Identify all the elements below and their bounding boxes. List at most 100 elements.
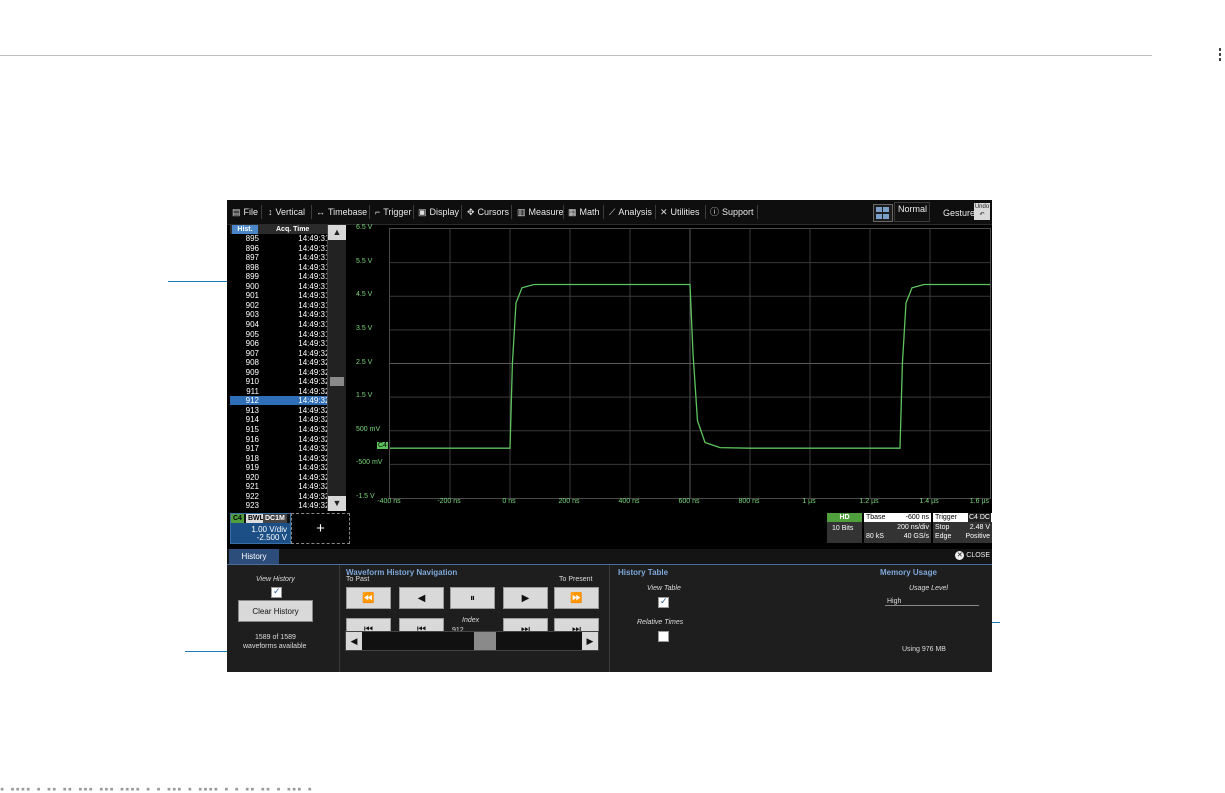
x-tick-label: 600 ns bbox=[678, 498, 700, 505]
timebase-descriptor[interactable]: Tbase -600 ns 200 ns/div 80 kS 40 GS/s bbox=[864, 513, 931, 543]
display-icon: ▣ bbox=[418, 207, 427, 217]
history-row-index: 900 bbox=[245, 281, 259, 291]
x-tick-label: 1.2 µs bbox=[859, 498, 879, 505]
history-scrollbar[interactable]: ▲ ▼ bbox=[327, 225, 346, 511]
menu-math[interactable]: ▦ Math bbox=[563, 200, 605, 224]
history-row-index: 910 bbox=[245, 377, 259, 387]
fast-rewind-button[interactable]: ⏪ bbox=[346, 587, 391, 609]
menu-trigger[interactable]: ⌐ Trigger bbox=[370, 200, 416, 224]
add-trace-button[interactable]: + bbox=[291, 513, 350, 544]
history-row-index: 909 bbox=[245, 367, 259, 377]
history-row-index: 904 bbox=[245, 319, 259, 329]
history-row-index: 896 bbox=[245, 243, 259, 253]
x-tick-label: -200 ns bbox=[437, 498, 461, 505]
menu-file[interactable]: ▤ File bbox=[227, 200, 263, 224]
history-row-index: 919 bbox=[245, 463, 259, 473]
slider-thumb[interactable] bbox=[474, 632, 496, 650]
y-tick-label: 2.5 V bbox=[356, 358, 373, 366]
pause-button[interactable]: ⏸ bbox=[450, 587, 495, 609]
slider-left-arrow[interactable]: ◀ bbox=[346, 632, 362, 650]
channel-descriptor[interactable]: C4 BWL DC1M 1.00 V/div -2.500 V bbox=[230, 513, 291, 544]
history-row-index: 916 bbox=[245, 434, 259, 444]
menu-analysis[interactable]: ⟋ Analysis bbox=[604, 200, 657, 224]
trigger-descriptor[interactable]: Trigger C4 DC Stop 2.48 V Edge Positive bbox=[933, 513, 992, 543]
index-label: Index bbox=[462, 617, 480, 624]
play-button[interactable]: ▶ bbox=[503, 587, 548, 609]
history-table-section: History Table View Table Relative Times bbox=[610, 565, 870, 672]
math-icon: ▦ bbox=[568, 207, 577, 217]
waveform-svg bbox=[390, 229, 990, 498]
menu-vertical[interactable]: ↕ Vertical bbox=[263, 200, 310, 224]
history-row-index: 899 bbox=[245, 272, 259, 282]
x-tick-label: 1.4 µs bbox=[919, 498, 939, 505]
history-row-index: 914 bbox=[245, 415, 259, 425]
waveform-plot[interactable] bbox=[389, 228, 991, 499]
channel-name: C4 bbox=[231, 514, 244, 523]
tbase-value: -600 ns bbox=[905, 514, 929, 521]
scroll-up-button[interactable]: ▲ bbox=[328, 225, 346, 240]
memory-usage-title: Memory Usage bbox=[880, 568, 937, 577]
menu-cursors[interactable]: ✥ Cursors bbox=[462, 200, 514, 224]
close-button[interactable]: ✕ CLOSE bbox=[955, 551, 990, 560]
bits-value: 10 Bits bbox=[832, 525, 854, 532]
memory-section: Memory Usage Usage Level High Using 976 … bbox=[872, 565, 992, 672]
close-icon: ✕ bbox=[955, 551, 965, 560]
history-row-index: 903 bbox=[245, 310, 259, 320]
to-present-label: To Present bbox=[559, 576, 593, 583]
view-history-checkbox[interactable] bbox=[271, 586, 282, 598]
to-past-label: To Past bbox=[346, 576, 370, 583]
col-hist[interactable]: Hist. bbox=[232, 225, 258, 234]
history-row-index: 905 bbox=[245, 329, 259, 339]
gesture-label[interactable]: Gesture bbox=[943, 200, 975, 224]
trigger-icon: ⌐ bbox=[375, 207, 381, 217]
menu-display[interactable]: ▣ Display bbox=[413, 200, 464, 224]
oscilloscope-screen: ▤ File ↕ Vertical ↔ Timebase ⌐ Trigger ▣ Disp… bbox=[227, 200, 992, 672]
corner-mark bbox=[1219, 48, 1225, 62]
history-row-index: 898 bbox=[245, 262, 259, 272]
slider-right-arrow[interactable]: ▶ bbox=[582, 632, 598, 650]
view-history-section: View History Clear History 1589 of 1589 … bbox=[227, 565, 339, 672]
col-acq-time[interactable]: Acq. Time bbox=[276, 225, 309, 234]
undo-button[interactable]: Undo ↶ bbox=[974, 203, 990, 220]
sample-rate: 40 GS/s bbox=[903, 533, 929, 540]
history-row-index: 897 bbox=[245, 253, 259, 263]
x-tick-label: -400 ns bbox=[377, 498, 401, 505]
measure-icon: ▥ bbox=[517, 207, 526, 217]
history-slider[interactable]: ◀ ▶ bbox=[345, 631, 599, 651]
fast-forward-button[interactable]: ⏩ bbox=[554, 587, 599, 609]
x-tick-label: 800 ns bbox=[738, 498, 760, 505]
info-icon: ⓘ bbox=[710, 207, 720, 217]
view-history-label: View History bbox=[256, 576, 295, 583]
relative-times-checkbox[interactable] bbox=[658, 631, 669, 642]
menu-measure[interactable]: ▥ Measure bbox=[512, 200, 569, 224]
trigger-level: 2.48 V bbox=[969, 524, 990, 531]
menu-utilities[interactable]: ✕ Utilities bbox=[655, 200, 705, 224]
memory-used: Using 976 MB bbox=[902, 646, 946, 653]
scroll-down-button[interactable]: ▼ bbox=[328, 496, 346, 511]
history-row-index: 895 bbox=[245, 234, 259, 243]
analysis-icon: ⟋ bbox=[609, 207, 616, 217]
clear-history-button[interactable]: Clear History bbox=[238, 600, 313, 622]
mode-selector[interactable]: Normal bbox=[894, 202, 930, 222]
view-table-checkbox[interactable] bbox=[658, 596, 669, 608]
layout-grid-icon[interactable] bbox=[873, 204, 893, 222]
history-row-index: 902 bbox=[245, 300, 259, 310]
trigger-tags: C4 DC bbox=[967, 513, 991, 522]
step-back-button[interactable]: ◀ bbox=[399, 587, 444, 609]
usage-level-select[interactable]: High bbox=[885, 598, 979, 606]
x-tick-label: 0 ns bbox=[502, 498, 516, 505]
history-row-index: 917 bbox=[245, 444, 259, 454]
tab-history[interactable]: History bbox=[229, 549, 279, 564]
menu-bar: ▤ File ↕ Vertical ↔ Timebase ⌐ Trigger ▣ Disp… bbox=[227, 200, 992, 225]
history-row-index: 913 bbox=[245, 405, 259, 415]
trigger-state: Stop bbox=[935, 524, 950, 531]
y-tick-label: 1.5 V bbox=[356, 392, 373, 400]
x-tick-label: 400 ns bbox=[618, 498, 640, 505]
channel-ground-marker[interactable]: C4 bbox=[377, 441, 388, 449]
x-tick-label: 200 ns bbox=[558, 498, 580, 505]
menu-timebase[interactable]: ↔ Timebase bbox=[311, 200, 372, 224]
menu-support[interactable]: ⓘ Support bbox=[705, 200, 759, 224]
scroll-thumb[interactable] bbox=[330, 377, 344, 386]
acq-status-hd[interactable]: HD 10 Bits bbox=[827, 513, 862, 543]
history-row-index: 921 bbox=[245, 482, 259, 492]
